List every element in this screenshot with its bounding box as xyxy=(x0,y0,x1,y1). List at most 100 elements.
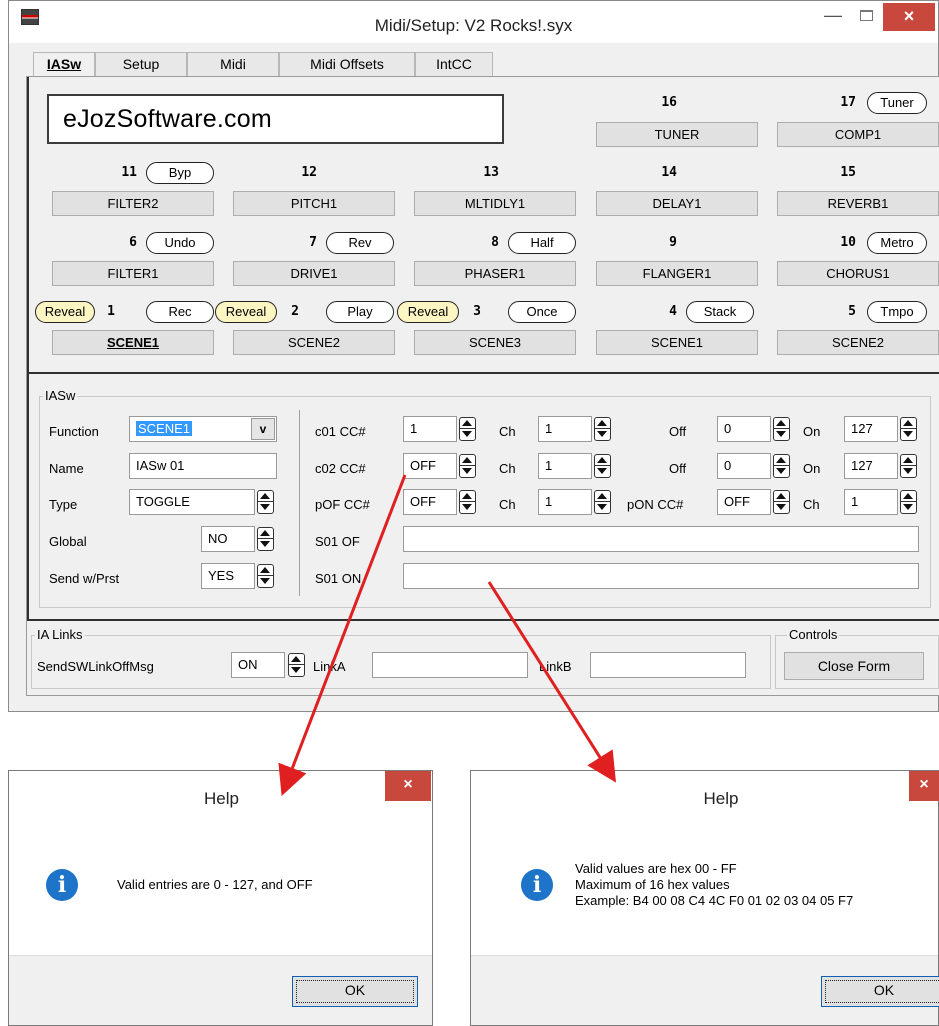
c02-ch-field[interactable]: 1 xyxy=(538,453,592,479)
c02-cc-field[interactable]: OFF xyxy=(403,453,457,479)
linka-label: LinkA xyxy=(313,659,346,674)
pof-ch-field[interactable]: 1 xyxy=(538,489,592,515)
switch-10-button[interactable]: CHORUS1 xyxy=(777,261,939,286)
pof-ch-spinner[interactable] xyxy=(594,490,612,514)
s01-of-field[interactable] xyxy=(403,526,919,552)
pon-cc-field[interactable]: OFF xyxy=(717,489,771,515)
pon-ch-spinner[interactable] xyxy=(900,490,918,514)
switch-7-button[interactable]: DRIVE1 xyxy=(233,261,395,286)
switch-12-button[interactable]: PITCH1 xyxy=(233,191,395,216)
tab-setup[interactable]: Setup xyxy=(95,52,187,77)
switch-11-button[interactable]: FILTER2 xyxy=(52,191,214,216)
c02-cc-label: c02 CC# xyxy=(315,461,366,476)
switch-17-button[interactable]: COMP1 xyxy=(777,122,939,147)
linka-field[interactable] xyxy=(372,652,528,678)
c02-on-spinner[interactable] xyxy=(900,454,918,478)
switch-2-label-pill[interactable]: Play xyxy=(326,301,394,323)
switch-5-button[interactable]: SCENE2 xyxy=(777,330,939,355)
switch-16-button[interactable]: TUNER xyxy=(596,122,758,147)
send-w-prst-label: Send w/Prst xyxy=(49,571,120,586)
switch-14-button[interactable]: DELAY1 xyxy=(596,191,758,216)
tab-iasw[interactable]: IASw xyxy=(33,52,95,78)
c01-ch-spinner[interactable] xyxy=(594,417,612,441)
ok-button[interactable]: OK xyxy=(821,976,939,1007)
sendswlinkoffmsg-label: SendSWLinkOffMsg xyxy=(37,659,154,674)
close-icon[interactable]: × xyxy=(385,771,431,801)
close-icon[interactable]: × xyxy=(883,3,935,31)
type-spinner[interactable] xyxy=(257,490,275,514)
switch-number: 11 xyxy=(121,165,137,180)
switch-8-label-pill[interactable]: Half xyxy=(508,232,576,254)
switch-3-button[interactable]: SCENE3 xyxy=(414,330,576,355)
c02-cc-spinner[interactable] xyxy=(459,454,477,478)
c02-on-field[interactable]: 127 xyxy=(844,453,898,479)
c01-on-spinner[interactable] xyxy=(900,417,918,441)
c02-off-spinner[interactable] xyxy=(773,454,791,478)
send-w-prst-field[interactable]: YES xyxy=(201,563,255,589)
title-bar[interactable]: Midi/Setup: V2 Rocks!.syx — × xyxy=(9,1,938,43)
switch-4-button[interactable]: SCENE1 xyxy=(596,330,758,355)
s01-on-label: S01 ON xyxy=(315,571,362,586)
name-field[interactable]: IASw 01 xyxy=(129,453,277,479)
column-divider xyxy=(299,410,300,596)
sendswlinkoffmsg-field[interactable]: ON xyxy=(231,652,285,678)
global-field[interactable]: NO xyxy=(201,526,255,552)
main-window: Midi/Setup: V2 Rocks!.syx — × IASw Setup… xyxy=(8,0,939,712)
info-icon: i xyxy=(521,869,553,901)
sendswlinkoffmsg-spinner[interactable] xyxy=(288,653,306,677)
type-field[interactable]: TOGGLE xyxy=(129,489,255,515)
switch-number: 15 xyxy=(840,165,856,180)
send-w-prst-spinner[interactable] xyxy=(257,564,275,588)
switch-3-label-pill[interactable]: Once xyxy=(508,301,576,323)
switch-number: 6 xyxy=(129,235,137,250)
c01-cc-field[interactable]: 1 xyxy=(403,416,457,442)
switch-7-label-pill[interactable]: Rev xyxy=(326,232,394,254)
c02-off-field[interactable]: 0 xyxy=(717,453,771,479)
tab-midi[interactable]: Midi xyxy=(187,52,279,77)
switch-11-label-pill[interactable]: Byp xyxy=(146,162,214,184)
ok-button[interactable]: OK xyxy=(292,976,418,1007)
tab-midi-offsets[interactable]: Midi Offsets xyxy=(279,52,415,77)
pof-cc-spinner[interactable] xyxy=(459,490,477,514)
pon-cc-spinner[interactable] xyxy=(773,490,791,514)
pof-cc-field[interactable]: OFF xyxy=(403,489,457,515)
switch-8-button[interactable]: PHASER1 xyxy=(414,261,576,286)
global-spinner[interactable] xyxy=(257,527,275,551)
c01-off-spinner[interactable] xyxy=(773,417,791,441)
pof-cc-label: pOF CC# xyxy=(315,497,370,512)
switch-10-label-pill[interactable]: Metro xyxy=(867,232,927,254)
window-title: Midi/Setup: V2 Rocks!.syx xyxy=(374,16,573,35)
switch-15-button[interactable]: REVERB1 xyxy=(777,191,939,216)
iasw-tab-pane: eJozSoftware.com 16 TUNER 17 Tuner COMP1… xyxy=(26,76,939,696)
c02-ch-spinner[interactable] xyxy=(594,454,612,478)
switch-number: 14 xyxy=(661,165,677,180)
close-icon[interactable]: × xyxy=(909,771,939,801)
logo-text: eJozSoftware.com xyxy=(47,94,504,144)
switch-5-label-pill[interactable]: Tmpo xyxy=(867,301,927,323)
switch-17-label-pill[interactable]: Tuner xyxy=(867,92,927,114)
help-message-line-1: Valid values are hex 00 - FF xyxy=(575,861,737,876)
minimize-icon[interactable]: — xyxy=(819,5,847,29)
s01-on-field[interactable] xyxy=(403,563,919,589)
switch-1-button[interactable]: SCENE1 xyxy=(52,330,214,355)
switch-9-button[interactable]: FLANGER1 xyxy=(596,261,758,286)
switch-6-button[interactable]: FILTER1 xyxy=(52,261,214,286)
c01-on-field[interactable]: 127 xyxy=(844,416,898,442)
switch-13-button[interactable]: MLTIDLY1 xyxy=(414,191,576,216)
help-message: Valid entries are 0 - 127, and OFF xyxy=(117,877,313,892)
linkb-field[interactable] xyxy=(590,652,746,678)
c02-on-label: On xyxy=(803,461,821,476)
switch-1-label-pill[interactable]: Rec xyxy=(146,301,214,323)
c01-ch-field[interactable]: 1 xyxy=(538,416,592,442)
tab-intcc[interactable]: IntCC xyxy=(415,52,493,77)
close-form-button[interactable]: Close Form xyxy=(784,652,924,680)
switch-4-label-pill[interactable]: Stack xyxy=(686,301,754,323)
chevron-down-icon[interactable]: v xyxy=(251,418,275,440)
pon-ch-field[interactable]: 1 xyxy=(844,489,898,515)
maximize-icon[interactable] xyxy=(853,5,881,29)
c01-off-field[interactable]: 0 xyxy=(717,416,771,442)
c01-cc-spinner[interactable] xyxy=(459,417,477,441)
pof-ch-label: Ch xyxy=(499,497,516,512)
switch-6-label-pill[interactable]: Undo xyxy=(146,232,214,254)
switch-2-button[interactable]: SCENE2 xyxy=(233,330,395,355)
